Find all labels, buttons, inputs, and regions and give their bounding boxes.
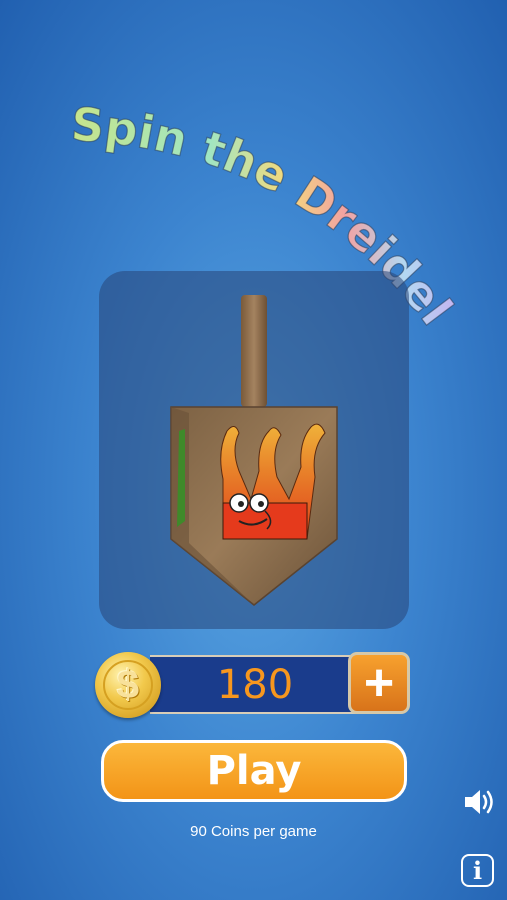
- speaker-icon[interactable]: [462, 786, 496, 818]
- dreidel-handle: [241, 295, 267, 407]
- coin-icon: $: [95, 652, 161, 718]
- dreidel-panel[interactable]: [99, 271, 409, 629]
- play-button[interactable]: Play: [101, 740, 407, 802]
- cost-label: 90 Coins per game: [190, 823, 317, 840]
- coin-balance: 180: [216, 661, 294, 708]
- dreidel-image[interactable]: [99, 271, 409, 629]
- dollar-icon: $: [103, 660, 153, 710]
- info-icon[interactable]: i: [461, 854, 494, 887]
- add-coins-button[interactable]: +: [348, 652, 410, 714]
- dreidel-letter-shin: [220, 423, 326, 540]
